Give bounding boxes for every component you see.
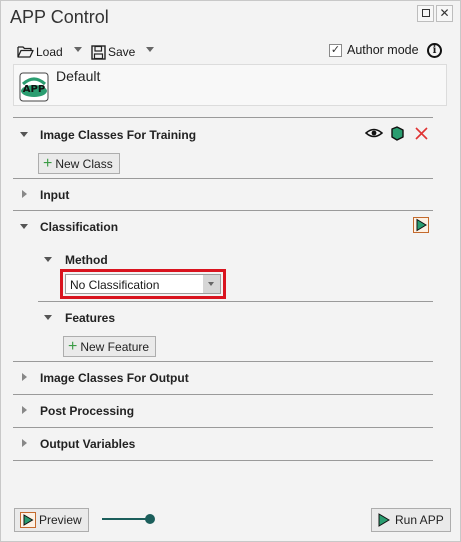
app-header: APP Default <box>13 64 447 106</box>
maximize-icon <box>421 8 430 17</box>
method-select-value: No Classification <box>70 278 160 292</box>
divider <box>13 427 433 428</box>
expand-classification-chevron-icon[interactable] <box>20 224 28 229</box>
eye-icon[interactable] <box>365 127 383 139</box>
new-class-label: New Class <box>55 156 113 171</box>
preview-slider-track[interactable] <box>102 518 148 520</box>
expand-training-chevron-icon[interactable] <box>20 132 28 137</box>
new-feature-button[interactable]: + New Feature <box>63 336 157 357</box>
preview-button[interactable]: Preview <box>14 508 89 532</box>
new-class-button[interactable]: + New Class <box>38 153 120 174</box>
plus-icon: + <box>43 154 53 172</box>
preview-label: Preview <box>39 513 82 527</box>
save-label: Save <box>108 45 136 59</box>
play-icon <box>378 513 390 527</box>
method-select-arrow[interactable] <box>203 275 220 293</box>
info-icon[interactable]: i <box>427 43 442 58</box>
expand-method-chevron-icon[interactable] <box>44 257 52 262</box>
folder-open-icon <box>17 46 34 58</box>
features-title[interactable]: Features <box>65 311 115 325</box>
load-dropdown-caret[interactable] <box>74 47 82 52</box>
maximize-button[interactable] <box>417 5 434 22</box>
tag-icon[interactable] <box>390 126 405 141</box>
save-button[interactable]: Save <box>91 42 135 62</box>
section-output-variables-title[interactable]: Output Variables <box>40 437 135 451</box>
load-label: Load <box>36 45 63 59</box>
new-feature-label: New Feature <box>80 339 150 354</box>
close-window-button[interactable]: ✕ <box>436 5 453 22</box>
window-title: APP Control <box>10 7 109 27</box>
preview-slider-handle[interactable] <box>145 514 155 524</box>
divider <box>13 210 433 211</box>
divider <box>13 394 433 395</box>
app-name: Default <box>56 68 101 84</box>
floppy-disk-icon <box>91 44 106 60</box>
divider <box>38 301 433 302</box>
app-icon-text: APP <box>23 84 45 95</box>
divider <box>13 178 433 179</box>
divider <box>13 460 433 461</box>
expand-features-chevron-icon[interactable] <box>44 315 52 320</box>
app-control-window: APP Control ✕ Load Save ✓ Author mode i … <box>0 0 461 542</box>
run-app-label: Run APP <box>395 513 444 527</box>
divider <box>13 361 433 362</box>
author-mode-checkbox[interactable]: ✓ <box>329 43 342 57</box>
section-classification-title[interactable]: Classification <box>40 220 118 234</box>
load-button[interactable]: Load <box>17 42 63 62</box>
play-icon <box>20 512 36 528</box>
method-title[interactable]: Method <box>65 253 108 267</box>
method-highlight: No Classification <box>60 269 226 299</box>
play-icon <box>416 218 427 232</box>
method-select[interactable]: No Classification <box>65 274 221 294</box>
author-mode-toggle[interactable]: ✓ Author mode <box>329 43 419 57</box>
run-app-button[interactable]: Run APP <box>371 508 451 532</box>
expand-output-variables-chevron-icon[interactable] <box>22 439 27 447</box>
close-icon[interactable] <box>415 127 428 140</box>
section-input-title[interactable]: Input <box>40 188 69 202</box>
section-training-title[interactable]: Image Classes For Training <box>40 128 196 142</box>
author-mode-label: Author mode <box>347 43 419 57</box>
expand-input-chevron-icon[interactable] <box>22 190 27 198</box>
expand-post-processing-chevron-icon[interactable] <box>22 406 27 414</box>
app-icon: APP <box>19 72 49 102</box>
plus-icon: + <box>68 337 78 355</box>
chevron-down-icon <box>208 282 214 286</box>
section-post-processing-title[interactable]: Post Processing <box>40 404 134 418</box>
expand-output-classes-chevron-icon[interactable] <box>22 373 27 381</box>
run-classification-button[interactable] <box>413 217 429 233</box>
section-output-classes-title[interactable]: Image Classes For Output <box>40 371 189 385</box>
divider <box>13 117 433 118</box>
save-dropdown-caret[interactable] <box>146 47 154 52</box>
